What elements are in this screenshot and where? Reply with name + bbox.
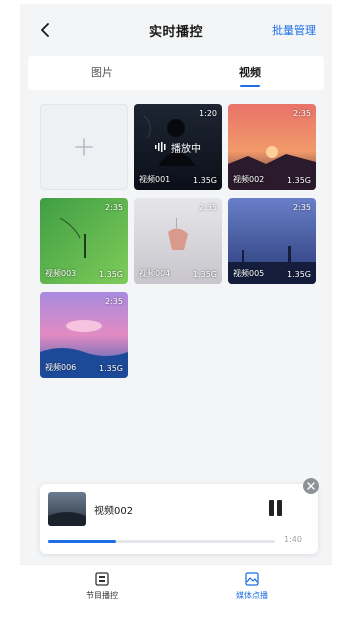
progress-bar[interactable] [48,540,275,543]
video-duration: 2:35 [293,203,311,212]
tab-videos[interactable]: 视频 [176,56,324,90]
close-player-button[interactable] [303,478,319,494]
nav-item-media[interactable]: 媒体点播 [212,571,292,601]
video-name: 视频005 [233,269,265,278]
video-tile-002[interactable]: 2:35 视频002 1.35G [228,104,316,190]
video-tile-005[interactable]: 2:35 视频005 1.35G [228,198,316,284]
video-name: 视频004 [139,269,171,278]
tab-bar: 图片 视频 [28,56,324,90]
video-size: 1.35G [286,270,311,279]
nav-label-program: 节目播控 [86,591,118,600]
nav-label-media: 媒体点播 [236,591,268,600]
sound-wave-icon [155,142,166,152]
media-icon [245,572,259,586]
tab-videos-label: 视频 [239,66,261,79]
video-name: 视频002 [233,175,265,184]
video-tile-006[interactable]: 2:35 视频006 1.35G [40,292,128,378]
nav-item-program[interactable]: 节目播控 [62,571,142,601]
tab-active-indicator [240,85,260,87]
program-icon [95,572,109,586]
video-duration: 2:35 [199,203,217,212]
player-title: 视频002 [94,506,134,517]
bottom-nav: 节目播控 媒体点播 [20,564,332,617]
video-size: 1.35G [98,270,123,279]
mini-player[interactable]: 视频002 1:40 [40,484,318,554]
video-tile-003[interactable]: 2:35 视频003 1.35G [40,198,128,284]
video-size: 1.35G [192,176,217,185]
player-thumbnail [48,492,86,526]
video-duration: 2:35 [293,109,311,118]
video-tile-001[interactable]: 播放中 1:20 视频001 1.35G [134,104,222,190]
video-name: 视频003 [45,269,77,278]
progress-fill [48,540,117,543]
add-video-button[interactable] [40,104,128,190]
plus-icon [75,138,93,156]
screen: 实时播控 批量管理 图片 视频 播放中 1:20 视频001 1.35G 2:3… [20,4,332,617]
batch-manage-button[interactable]: 批量管理 [272,22,316,38]
playing-status: 播放中 [171,143,201,155]
video-duration: 2:35 [105,203,123,212]
close-icon [307,482,315,490]
video-duration: 1:20 [199,109,217,118]
video-name: 视频006 [45,363,77,372]
video-size: 1.35G [286,176,311,185]
pause-icon [269,500,274,516]
video-tile-004[interactable]: 2:35 视频004 1.35G [134,198,222,284]
video-duration: 2:35 [105,297,123,306]
header: 实时播控 批量管理 [20,4,332,56]
progress-time: 1:40 [284,535,302,544]
video-name: 视频001 [139,175,171,184]
video-size: 1.35G [98,364,123,373]
pause-button[interactable] [269,500,283,516]
video-size: 1.35G [192,270,217,279]
tab-pictures[interactable]: 图片 [28,56,176,90]
